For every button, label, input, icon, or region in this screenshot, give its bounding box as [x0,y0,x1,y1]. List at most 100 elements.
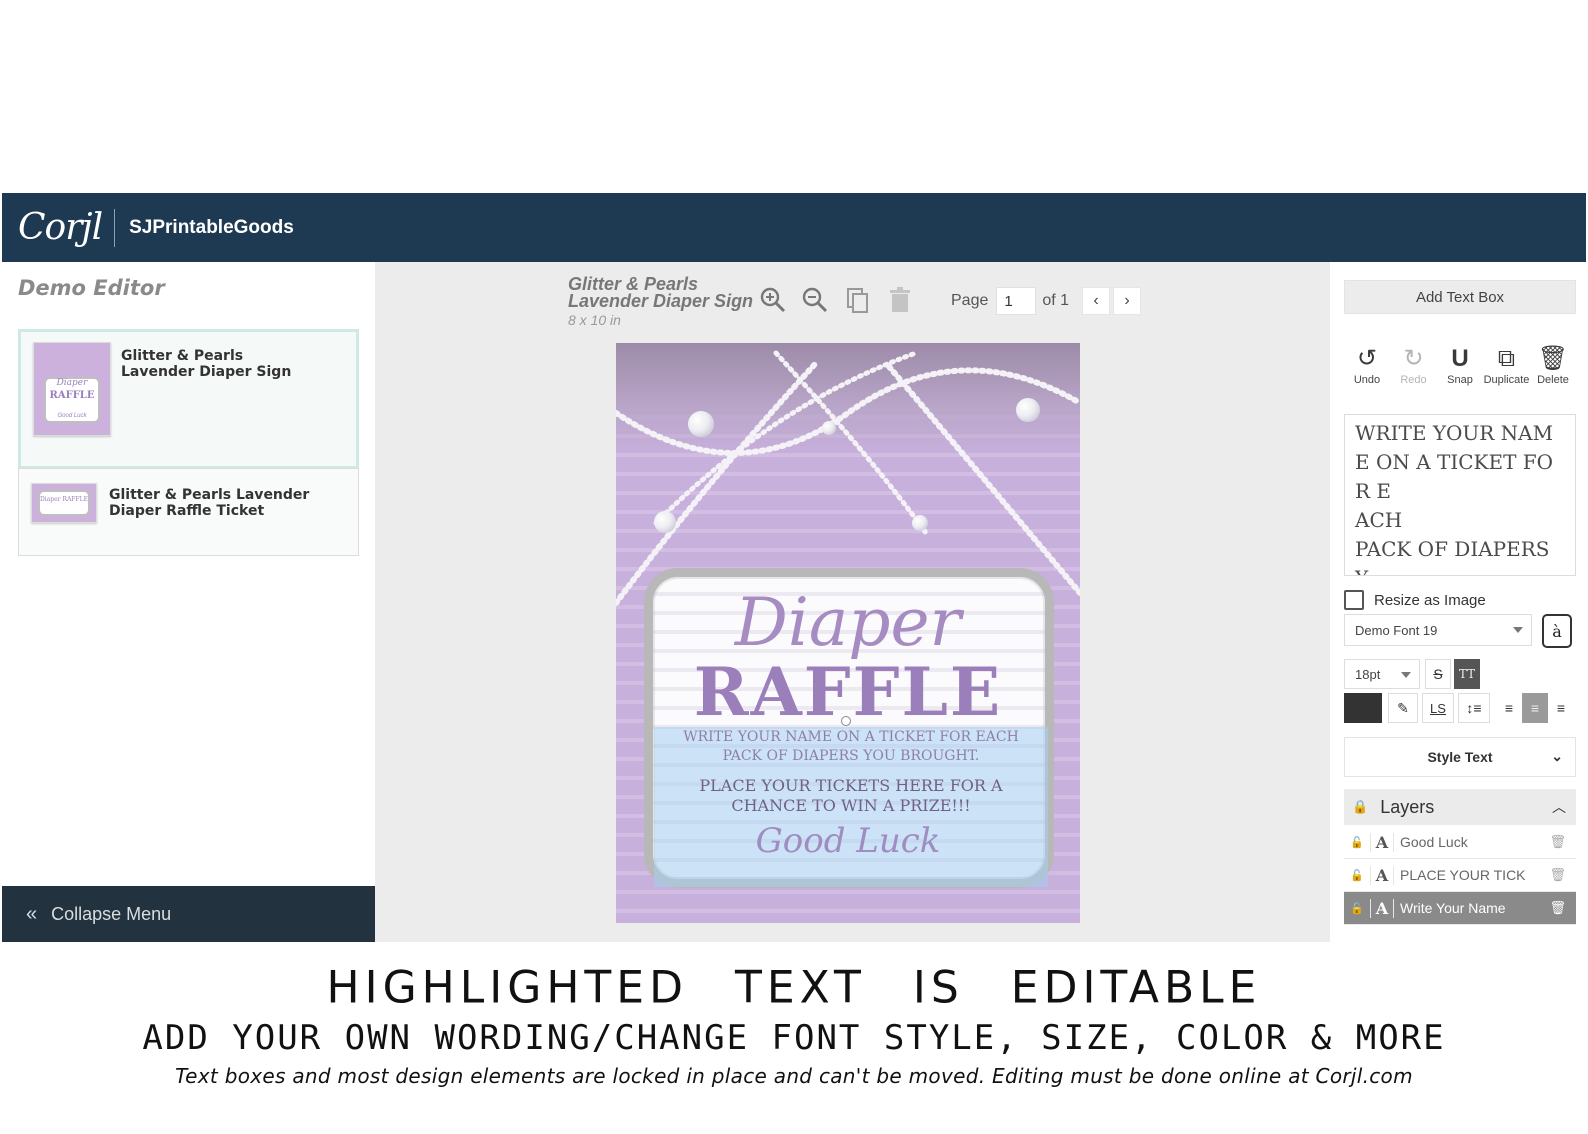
delete-button[interactable]: 🗑 Delete [1530,345,1576,387]
add-text-box-button[interactable]: Add Text Box [1344,280,1576,314]
layer-item-selected[interactable]: 🔓 A Write Your Name 🗑 [1344,892,1576,925]
layer-name: Write Your Name [1400,900,1506,916]
trash-icon[interactable]: 🗑 [1549,900,1566,916]
canvas-text-diaper[interactable]: Diaper [616,588,1080,658]
zoom-in-icon[interactable] [759,286,787,314]
undo-button[interactable]: ↺ Undo [1344,345,1390,387]
layer-name: PLACE YOUR TICK [1400,867,1526,883]
duplicate-icon: ⧉ [1497,345,1516,372]
layer-name: Good Luck [1400,834,1468,850]
edit-actions: ↺ Undo ↻ Redo U Snap ⧉ Duplicate 🗑 Delet… [1344,345,1576,387]
canvas-text-good-luck[interactable]: Good Luck [616,821,1080,861]
duplicate-button[interactable]: ⧉ Duplicate [1483,345,1530,387]
canvas-text-write-your-name[interactable]: WRITE YOUR NAME ON A TICKET FOR EACH PAC… [654,728,1048,766]
align-left-icon: ≡ [1504,700,1514,716]
layer-item[interactable]: 🔓 A Good Luck 🗑 [1344,826,1576,859]
undo-label: Undo [1353,374,1381,386]
text-line: PLACE YOUR TICKETS HERE FOR A [699,776,1003,795]
align-right-icon: ≡ [1556,700,1566,716]
design-canvas[interactable]: Diaper RAFFLE WRITE YOUR NAME ON A TICKE… [616,343,1080,923]
page-label: Page [951,292,989,309]
redo-button[interactable]: ↻ Redo [1391,345,1437,387]
redo-icon: ↻ [1403,345,1424,372]
thumb-text: Diaper [56,378,88,388]
left-panel: Demo Editor Diaper RAFFLE Good Luck Glit… [2,262,375,942]
project-thumbnail: Diaper RAFFLE [31,483,97,523]
undo-icon: ↺ [1356,345,1378,372]
style-text-toggle[interactable]: Style Text ⌄ [1344,737,1576,777]
editor-canvas-area: Glitter & Pearls Lavender Diaper Sign 8 … [375,262,1330,942]
project-thumbnail: Diaper RAFFLE Good Luck [33,342,111,436]
project-item-raffle-ticket[interactable]: Diaper RAFFLE Glitter & Pearls Lavender … [18,468,359,556]
right-panel: Add Text Box ↺ Undo ↻ Redo U Snap ⧉ Dupl… [1330,262,1586,942]
collapse-menu-button[interactable]: « Collapse Menu [2,886,375,942]
line-height-icon: ↕≡ [1466,700,1482,716]
layers-header[interactable]: 🔒 Layers ︿ [1344,789,1576,825]
caps-icon: TT [1458,667,1476,681]
page-number-input[interactable] [996,287,1037,315]
project-title: Glitter & Pearls Lavender Diaper Raffle … [109,487,310,519]
align-right-button[interactable]: ≡ [1548,693,1574,723]
font-size-select[interactable]: 18pt [1344,659,1420,689]
project-item-diaper-sign[interactable]: Diaper RAFFLE Good Luck Glitter & Pearls… [18,329,359,469]
trash-icon[interactable] [886,286,914,314]
top-bar: Corjl SJPrintableGoods [2,193,1586,262]
project-title: Glitter & Pearls Lavender Diaper Sign [121,348,292,380]
chevron-down-icon [1513,627,1523,633]
snap-button[interactable]: U Snap [1437,345,1483,387]
copy-icon[interactable] [844,286,872,314]
special-characters-button[interactable]: à [1542,614,1572,648]
chevron-right-icon: › [1124,292,1130,309]
align-left-button[interactable]: ≡ [1496,693,1522,723]
chevron-up-icon: ︿ [1552,799,1566,815]
pearl-decoration [654,511,676,533]
style-text-label: Style Text [1427,749,1493,765]
canvas-text-raffle[interactable]: RAFFLE [616,659,1080,725]
text-content-input[interactable]: WRITE YOUR NAME ON A TICKET FOR E ACH PA… [1344,414,1576,576]
collapse-menu-label: Collapse Menu [51,903,172,924]
caption-note: Text boxes and most design elements are … [175,1064,1413,1088]
shop-name[interactable]: SJPrintableGoods [129,217,294,239]
page-navigator: Page of 1 ‹ › [951,286,1142,316]
text-color-swatch[interactable] [1344,693,1382,723]
trash-icon[interactable]: 🗑 [1549,867,1566,883]
align-center-button[interactable]: ≡ [1522,693,1548,723]
eyedropper-button[interactable]: ✎ [1388,693,1418,723]
chevron-down-icon: ⌄ [1551,748,1563,764]
text-layer-icon: A [1370,832,1394,852]
chevron-down-icon [1401,672,1411,678]
lock-icon[interactable]: 🔓 [1344,836,1370,849]
strikethrough-icon: S [1433,666,1443,682]
layer-item[interactable]: 🔓 A PLACE YOUR TICK 🗑 [1344,859,1576,892]
zoom-out-icon[interactable] [801,286,829,314]
lock-icon[interactable]: 🔓 [1344,869,1370,882]
all-caps-button[interactable]: TT [1454,659,1480,689]
document-title: Glitter & Pearls Lavender Diaper Sign [568,275,754,311]
document-title-line: Lavender Diaper Sign [568,291,754,311]
magnet-icon: U [1451,345,1469,372]
trash-icon[interactable]: 🗑 [1549,834,1566,850]
double-chevron-left-icon: « [26,902,38,925]
panel-title: Demo Editor [18,276,165,300]
checkbox-label: Resize as Image [1374,591,1486,609]
lock-icon[interactable]: 🔓 [1344,902,1370,915]
text-line: CHANCE TO WIN A PRIZE!!! [731,796,971,815]
layers-title: Layers [1380,796,1435,817]
rotate-handle[interactable] [841,716,851,726]
line-height-button[interactable]: ↕≡ [1458,693,1490,723]
next-page-button[interactable]: › [1113,287,1142,315]
font-family-select[interactable]: Demo Font 19 [1344,614,1532,646]
strikethrough-button[interactable]: S [1425,659,1451,689]
corjl-logo[interactable]: Corjl [18,207,103,248]
checkbox-box[interactable] [1344,590,1364,610]
trash-icon: 🗑 [1537,345,1569,372]
resize-as-image-checkbox[interactable]: Resize as Image [1344,590,1486,610]
letter-spacing-button[interactable]: LS [1422,693,1454,723]
prev-page-button[interactable]: ‹ [1082,287,1111,315]
font-family-value: Demo Font 19 [1355,622,1438,638]
duplicate-label: Duplicate [1483,374,1530,386]
thumb-text: RAFFLE [49,390,95,401]
snap-label: Snap [1447,374,1473,386]
canvas-text-place-tickets[interactable]: PLACE YOUR TICKETS HERE FOR A CHANCE TO … [654,776,1048,816]
align-center-icon: ≡ [1530,700,1540,716]
